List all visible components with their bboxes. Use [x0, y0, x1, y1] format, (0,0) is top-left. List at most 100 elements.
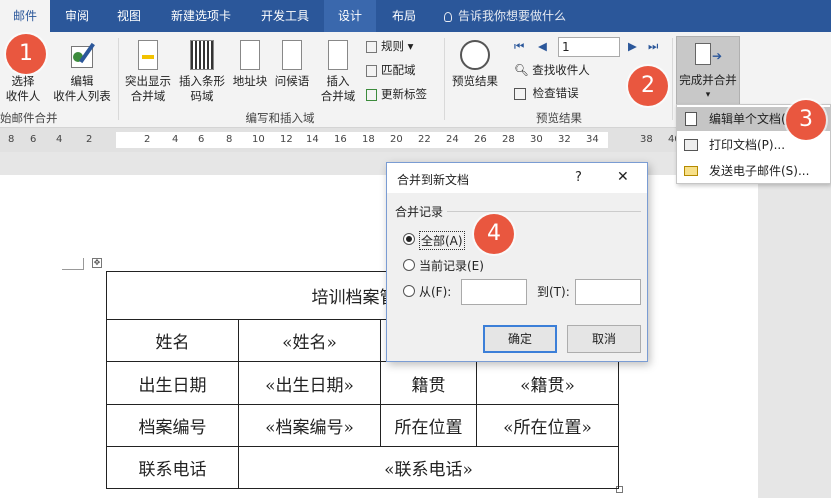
step-badge-4: 4 [474, 214, 514, 254]
ruler-number: 2 [144, 134, 151, 145]
help-button[interactable]: ? [575, 170, 582, 185]
ruler-number: 32 [558, 134, 571, 145]
cancel-button[interactable]: 取消 [567, 325, 641, 353]
highlight-fields-button[interactable]: 突出显示 合并域 [122, 40, 174, 104]
ruler-number: 18 [362, 134, 375, 145]
from-record-input[interactable] [461, 279, 527, 305]
ruler-number: 26 [474, 134, 487, 145]
record-number-input[interactable]: 1 [558, 37, 620, 57]
preview-group-label: 预览结果 [536, 111, 582, 125]
radio-all-label[interactable]: 全部(A) [419, 231, 465, 250]
dialog-title-bar: 合并到新文档 ? ✕ [387, 163, 647, 193]
check-errors-button[interactable]: 检查错误 [514, 85, 579, 101]
highlight-fields-label: 突出显示 合并域 [125, 74, 171, 103]
address-block-button[interactable]: 地址块 [230, 40, 270, 89]
ruler-number: 38 [640, 134, 653, 145]
radio-current-record[interactable] [403, 259, 415, 271]
ribbon-tabs: 邮件 审阅 视图 新建选项卡 开发工具 设计 布局 告诉我你想要做什么 [0, 0, 831, 32]
address-icon [240, 40, 260, 70]
table-cell: «档案编号» [238, 404, 381, 447]
edit-recipients-label: 编辑 收件人列表 [53, 74, 111, 103]
step-badge-2: 2 [628, 66, 668, 106]
ruler-number: 8 [8, 134, 15, 145]
insert-merge-field-button[interactable]: 插入 合并域 [314, 40, 362, 104]
tell-me-box[interactable]: 告诉我你想要做什么 [444, 0, 566, 32]
insert-merge-field-label: 插入 合并域 [320, 74, 356, 103]
radio-from[interactable] [403, 285, 415, 297]
table-cell: 档案编号 [106, 404, 239, 447]
check-icon [514, 87, 526, 100]
ok-button[interactable]: 确定 [483, 325, 557, 353]
insert-barcode-label: 插入条形 码域 [179, 74, 225, 103]
tab-review[interactable]: 审阅 [52, 0, 102, 32]
address-block-label: 地址块 [232, 74, 268, 88]
match-fields-icon [366, 64, 377, 77]
finish-merge-button[interactable]: ➔ 完成并合并 ▾ [676, 36, 740, 106]
ruler-number: 30 [530, 134, 543, 145]
table-cell: «联系电话» [238, 446, 619, 489]
rules-button[interactable]: 规则 ▾ [366, 38, 413, 54]
match-fields-label: 匹配域 [381, 63, 416, 77]
finish-merge-label: 完成并合并 [679, 73, 737, 87]
edit-recipients-button[interactable]: 编辑 收件人列表 [50, 40, 114, 104]
printer-icon [684, 139, 698, 151]
menu-item-label: 发送电子邮件(S)... [709, 164, 810, 178]
find-recipient-button[interactable]: 🔍︎ 查找收件人 [514, 62, 590, 78]
start-group-label: 始邮件合并 [0, 111, 58, 125]
separator [672, 38, 673, 120]
tab-developer[interactable]: 开发工具 [250, 0, 320, 32]
tab-mailings[interactable]: 邮件 [0, 0, 50, 32]
radio-all[interactable] [403, 233, 415, 245]
ruler-number: 22 [418, 134, 431, 145]
previous-record-button[interactable]: ◀ [538, 38, 547, 54]
merge-to-new-document-dialog: 合并到新文档 ? ✕ 合并记录 全部(A) 当前记录(E) 从(F): 到(T)… [386, 162, 648, 362]
tab-design[interactable]: 设计 [324, 0, 376, 32]
table-move-handle-icon[interactable]: ✥ [92, 258, 102, 268]
document-icon [138, 40, 158, 70]
close-button[interactable]: ✕ [617, 169, 629, 185]
to-record-input[interactable] [575, 279, 641, 305]
ruler-number: 8 [226, 134, 233, 145]
ruler-number: 6 [198, 134, 205, 145]
radio-current-label[interactable]: 当前记录(E) [419, 257, 484, 274]
ruler-number: 16 [334, 134, 347, 145]
horizontal-ruler[interactable]: 8 6 4 2 2 4 6 8 10 12 14 16 18 20 22 24 26 28 30 32 34 38 40 [0, 128, 758, 152]
ruler-number: 20 [390, 134, 403, 145]
lightbulb-icon [444, 11, 452, 22]
margin-mark [62, 258, 84, 270]
ruler-number: 28 [502, 134, 515, 145]
update-labels-label: 更新标签 [381, 87, 427, 101]
update-labels-button[interactable]: 更新标签 [366, 86, 427, 102]
preview-results-button[interactable]: 预览结果 [448, 40, 502, 89]
to-label: 到(T): [537, 285, 570, 299]
insert-barcode-button[interactable]: 插入条形 码域 [176, 40, 228, 104]
table-cell: «籍贯» [476, 361, 619, 405]
step-badge-3: 3 [786, 100, 826, 140]
table-cell: 所在位置 [380, 404, 477, 447]
greeting-icon [282, 40, 302, 70]
tab-view[interactable]: 视图 [104, 0, 154, 32]
menu-item-send-email[interactable]: 发送电子邮件(S)... [677, 159, 830, 183]
tab-new-tab[interactable]: 新建选项卡 [158, 0, 244, 32]
tab-layout[interactable]: 布局 [380, 0, 428, 32]
table-cell: «出生日期» [238, 361, 381, 405]
greeting-line-button[interactable]: 问候语 [272, 40, 312, 89]
last-record-button[interactable]: ⏭ [648, 38, 658, 54]
radio-from-label[interactable]: 从(F): [419, 283, 451, 300]
next-record-button[interactable]: ▶ [628, 38, 637, 54]
match-fields-button[interactable]: 匹配域 [366, 62, 416, 78]
ruler-number: 4 [172, 134, 179, 145]
ruler-number: 12 [280, 134, 293, 145]
search-icon: 🔍︎ [514, 63, 529, 77]
rules-label: 规则 [381, 39, 404, 53]
ruler-number: 14 [306, 134, 319, 145]
write-group-label: 编写和插入域 [245, 111, 315, 125]
first-record-button[interactable]: ⏮ [514, 38, 524, 54]
ruler-number: 4 [56, 134, 63, 145]
ruler-number: 34 [586, 134, 599, 145]
update-labels-icon [366, 88, 377, 101]
document-icon [685, 112, 697, 126]
dialog-title: 合并到新文档 [397, 173, 470, 187]
step-badge-1: 1 [6, 34, 46, 74]
find-recipient-label: 查找收件人 [532, 63, 590, 77]
